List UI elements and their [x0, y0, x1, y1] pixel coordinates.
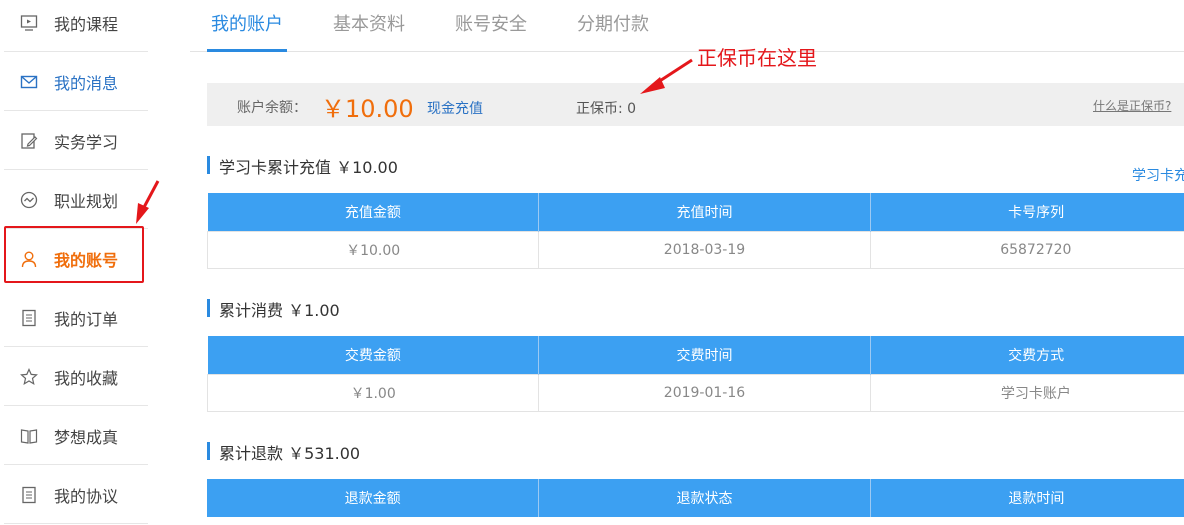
tab-account-security[interactable]: 账号安全 — [455, 10, 527, 36]
sidebar-item-favorites[interactable]: 我的收藏 — [0, 347, 148, 406]
table-cell: 学习卡账户 — [869, 373, 1184, 412]
sidebar: 我的课程 我的消息 实务学习 职业规划 我的账号 我的订单 我的收藏 梦想成真 … — [0, 0, 148, 525]
sidebar-item-dreams[interactable]: 梦想成真 — [0, 406, 148, 465]
sidebar-item-courses[interactable]: 我的课程 — [0, 0, 148, 52]
sidebar-item-label: 梦想成真 — [54, 427, 119, 447]
document-icon — [20, 309, 38, 327]
table-header: 退款金额 — [207, 479, 540, 517]
table-header-row: 交费金额 交费时间 交费方式 — [207, 336, 1184, 374]
section-marker — [207, 156, 210, 174]
table-header: 交费方式 — [870, 336, 1184, 374]
section-refund-title: 累计退款 ￥531.00 — [207, 440, 360, 464]
sidebar-item-label: 我的协议 — [54, 486, 119, 506]
tab-installments[interactable]: 分期付款 — [577, 10, 649, 36]
section-card-title: 学习卡累计充值 ￥10.00 — [207, 154, 398, 178]
edit-icon — [20, 132, 38, 150]
tab-basic-info[interactable]: 基本资料 — [333, 10, 405, 36]
table-row: ￥1.00 2019-01-16 学习卡账户 — [206, 373, 1184, 412]
recharge-link[interactable]: 现金充值 — [427, 98, 483, 118]
table-header: 卡号序列 — [870, 193, 1184, 231]
divider — [4, 523, 148, 524]
active-tab-indicator — [207, 49, 287, 52]
card-recharge-link[interactable]: 学习卡充 — [1132, 165, 1184, 185]
tab-my-account[interactable]: 我的账户 — [211, 10, 283, 36]
active-highlight-box — [4, 226, 144, 283]
table-cell: 65872720 — [869, 230, 1184, 269]
sidebar-item-label: 我的课程 — [54, 14, 119, 34]
section-consume-title: 累计消费 ￥1.00 — [207, 297, 340, 321]
star-icon — [20, 367, 38, 386]
section-refund-title-text: 累计退款 ￥531.00 — [219, 444, 361, 463]
balance-amount: ￥10.00 — [321, 95, 414, 123]
envelope-icon — [20, 73, 38, 91]
table-row: ￥10.00 2018-03-19 65872720 — [206, 230, 1184, 269]
open-book-icon — [20, 427, 38, 445]
section-marker — [207, 442, 210, 460]
table-header: 退款时间 — [870, 479, 1184, 517]
table-cell: ￥1.00 — [206, 373, 540, 412]
sidebar-item-label: 职业规划 — [54, 191, 119, 211]
section-consume-title-text: 累计消费 ￥1.00 — [219, 301, 340, 320]
table-cell: 2019-01-16 — [538, 373, 871, 412]
sidebar-item-label: 我的订单 — [54, 309, 119, 329]
table-header-row: 充值金额 充值时间 卡号序列 — [207, 193, 1184, 231]
what-is-coin-link[interactable]: 什么是正保币? — [1093, 97, 1171, 114]
sidebar-item-label: 我的消息 — [54, 73, 119, 93]
section-card-title-text: 学习卡累计充值 ￥10.00 — [219, 158, 398, 177]
consume-table: 交费金额 交费时间 交费方式 ￥1.00 2019-01-16 学习卡账户 — [206, 336, 1184, 412]
table-cell: 2018-03-19 — [538, 230, 871, 269]
refund-table: 退款金额 退款状态 退款时间 — [207, 479, 1184, 517]
document-icon — [20, 486, 38, 504]
annotation-text: 正保币在这里 — [697, 46, 817, 70]
sidebar-item-label: 实务学习 — [54, 132, 119, 152]
balance-bar: 账户余额： ￥10.00 现金充值 正保币: 0 什么是正保币? — [207, 83, 1184, 126]
sidebar-item-messages[interactable]: 我的消息 — [0, 52, 148, 111]
table-header: 充值金额 — [207, 193, 540, 231]
table-header-row: 退款金额 退款状态 退款时间 — [207, 479, 1184, 517]
sidebar-item-practice[interactable]: 实务学习 — [0, 111, 148, 170]
sidebar-item-orders[interactable]: 我的订单 — [0, 288, 148, 347]
card-table: 充值金额 充值时间 卡号序列 ￥10.00 2018-03-19 6587272… — [206, 193, 1184, 269]
table-header: 充值时间 — [538, 193, 871, 231]
monitor-play-icon — [20, 14, 38, 32]
table-header: 退款状态 — [538, 479, 871, 517]
table-cell: ￥10.00 — [206, 230, 540, 269]
balance-label: 账户余额： — [237, 100, 307, 116]
sidebar-item-agreements[interactable]: 我的协议 — [0, 465, 148, 524]
table-header: 交费时间 — [538, 336, 871, 374]
coin-balance: 正保币: 0 — [576, 101, 637, 117]
sidebar-item-career[interactable]: 职业规划 — [0, 170, 148, 229]
sidebar-item-label: 我的收藏 — [54, 368, 119, 388]
section-marker — [207, 299, 210, 317]
table-header: 交费金额 — [207, 336, 540, 374]
trend-circle-icon — [20, 191, 38, 209]
